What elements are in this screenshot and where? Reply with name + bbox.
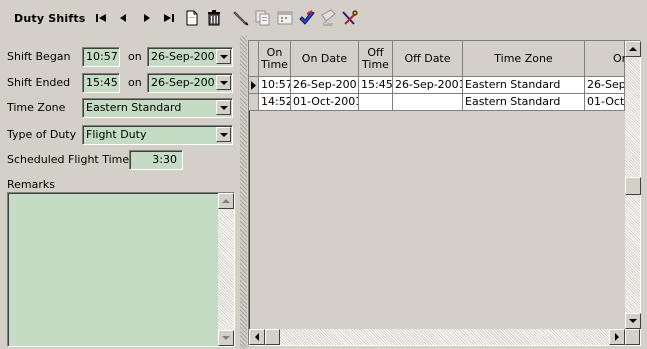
new-record-icon <box>186 10 198 26</box>
time-zone-value: Eastern Standard <box>86 101 182 114</box>
table-cell[interactable]: 15:45 <box>359 77 393 94</box>
remarks-scroll-down-button[interactable] <box>218 330 234 346</box>
calendar-button[interactable] <box>276 9 294 27</box>
table-cell[interactable] <box>393 94 463 111</box>
shift-began-date-combo[interactable]: 26-Sep-2001 <box>147 47 233 67</box>
shift-began-date-dropdown[interactable] <box>216 49 231 64</box>
scrollbar-corner <box>625 329 640 345</box>
pencil-icon <box>233 11 249 26</box>
svg-text:Gas: Gas <box>323 22 333 27</box>
row-indicator[interactable] <box>249 94 259 111</box>
table-cell[interactable]: 01-Oct <box>585 94 625 111</box>
row-indicator-header <box>249 41 259 77</box>
check-icon <box>299 10 315 25</box>
check-button[interactable] <box>298 9 316 27</box>
shift-began-date-value: 26-Sep-2001 <box>151 50 216 63</box>
shift-ended-label: Shift Ended <box>7 76 71 89</box>
remarks-textarea[interactable] <box>7 192 235 347</box>
column-header-on-date[interactable]: On Date <box>291 41 359 77</box>
shift-ended-date-dropdown[interactable] <box>216 75 231 90</box>
column-header-time-zone[interactable]: Time Zone <box>463 41 585 77</box>
chevron-up-icon <box>222 199 230 203</box>
remarks-scroll-up-button[interactable] <box>218 193 234 209</box>
column-header-on-time[interactable]: On Time <box>259 41 291 77</box>
table-cell[interactable]: 26-Sep-2001 <box>393 77 463 94</box>
table-cell[interactable]: 26-Sep-2001 <box>291 77 359 94</box>
remarks-text <box>8 193 234 199</box>
chevron-down-icon <box>219 105 228 110</box>
gas-button[interactable]: Gas <box>319 9 337 27</box>
toolbar: Duty Shifts Gas <box>0 0 647 34</box>
time-zone-label: Time Zone <box>7 101 66 114</box>
first-record-button[interactable] <box>92 9 110 27</box>
current-row-arrow-icon <box>251 81 256 90</box>
scheduled-flight-time-input[interactable]: 3:30 <box>129 150 183 170</box>
copy-icon <box>255 10 270 26</box>
duty-shifts-grid[interactable]: On Time On Date Off Time Off Date Time Z… <box>248 40 641 346</box>
shift-began-time-input[interactable]: 10:57 <box>82 47 120 67</box>
duty-form-panel: Shift Began 10:57 on 26-Sep-2001 Shift E… <box>0 36 240 349</box>
table-cell[interactable]: 10:57 <box>259 77 291 94</box>
type-of-duty-dropdown[interactable] <box>216 127 231 142</box>
gas-icon: Gas <box>321 9 336 27</box>
row-indicator[interactable] <box>249 77 259 94</box>
chevron-down-icon <box>219 132 228 137</box>
table-cell[interactable]: 01-Oct-2001 <box>291 94 359 111</box>
next-record-button[interactable] <box>138 9 156 27</box>
calendar-icon <box>277 11 293 25</box>
remarks-label: Remarks <box>7 178 55 191</box>
shift-began-on-label: on <box>128 50 142 63</box>
type-of-duty-label: Type of Duty <box>7 128 77 141</box>
table-cell[interactable]: Eastern Standard <box>463 94 585 111</box>
chevron-right-icon <box>615 333 619 341</box>
shift-ended-time-input[interactable]: 15:45 <box>82 73 120 93</box>
time-zone-dropdown[interactable] <box>216 100 231 115</box>
panel-splitter[interactable] <box>240 36 247 349</box>
grid-scroll-right-button[interactable] <box>609 329 625 345</box>
delete-icon <box>208 10 220 26</box>
shift-ended-date-combo[interactable]: 26-Sep-2001 <box>147 73 233 93</box>
shift-ended-on-label: on <box>128 76 142 89</box>
type-of-duty-combo[interactable]: Flight Duty <box>82 125 233 145</box>
new-record-button[interactable] <box>183 9 201 27</box>
window-title: Duty Shifts <box>14 12 86 25</box>
time-zone-combo[interactable]: Eastern Standard <box>82 98 233 118</box>
grid-horizontal-scrollbar[interactable] <box>249 329 625 345</box>
grid-scroll-down-button[interactable] <box>625 313 641 329</box>
first-record-icon <box>96 14 106 22</box>
chevron-up-icon <box>629 47 637 51</box>
chevron-down-icon <box>219 54 228 59</box>
scheduled-flight-time-label: Scheduled Flight Time <box>7 153 130 166</box>
last-record-button[interactable] <box>160 9 178 27</box>
previous-record-icon <box>120 14 126 22</box>
shift-began-label: Shift Began <box>7 50 71 63</box>
remarks-scrollbar[interactable] <box>218 193 234 346</box>
last-record-icon <box>164 14 174 22</box>
grid-horizontal-scroll-thumb[interactable] <box>265 329 280 345</box>
edit-button[interactable] <box>232 9 250 27</box>
table-cell[interactable] <box>359 94 393 111</box>
copy-button[interactable] <box>254 9 272 27</box>
table-cell[interactable]: Eastern Standard <box>463 77 585 94</box>
type-of-duty-value: Flight Duty <box>86 128 147 141</box>
column-header-off-time[interactable]: Off Time <box>359 41 393 77</box>
column-header-on[interactable]: On <box>585 41 629 77</box>
delete-button[interactable] <box>205 9 223 27</box>
grid-scroll-up-button[interactable] <box>625 41 641 57</box>
chevron-down-icon <box>222 336 230 340</box>
next-record-icon <box>144 14 150 22</box>
tools-icon <box>342 10 358 25</box>
chevron-left-icon <box>255 333 259 341</box>
tools-button[interactable] <box>341 9 359 27</box>
table-cell[interactable]: 14:52 <box>259 94 291 111</box>
shift-ended-date-value: 26-Sep-2001 <box>151 76 216 89</box>
column-header-off-date[interactable]: Off Date <box>393 41 463 77</box>
grid-scroll-left-button[interactable] <box>249 329 265 345</box>
chevron-down-icon <box>629 319 637 323</box>
previous-record-button[interactable] <box>114 9 132 27</box>
grid-vertical-scroll-thumb[interactable] <box>625 177 641 195</box>
table-cell[interactable]: 26-Sep <box>585 77 625 94</box>
chevron-down-icon <box>219 80 228 85</box>
